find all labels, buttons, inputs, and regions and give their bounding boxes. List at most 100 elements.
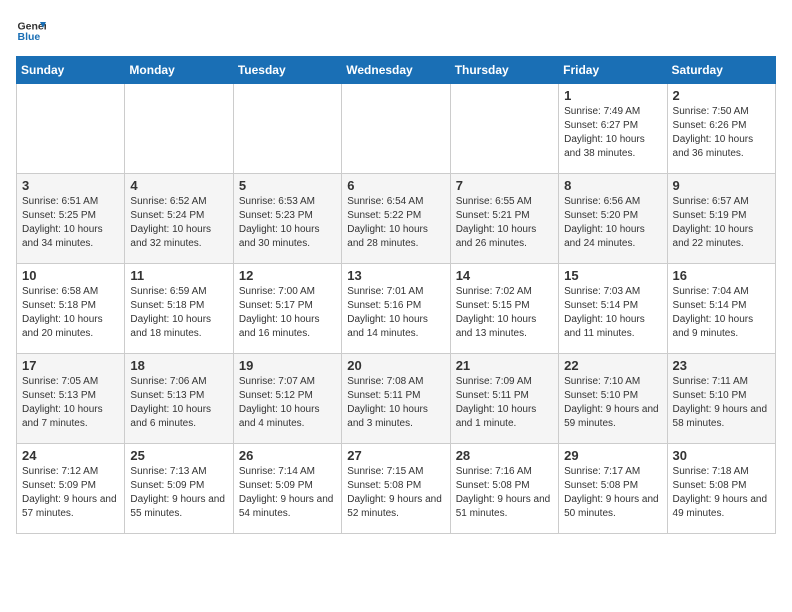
day-cell: 12 Sunrise: 7:00 AM Sunset: 5:17 PM Dayli… [233,264,341,354]
day-number: 18 [130,358,227,373]
day-number: 6 [347,178,444,193]
header-cell-wednesday: Wednesday [342,57,450,84]
day-cell: 26 Sunrise: 7:14 AM Sunset: 5:09 PM Dayli… [233,444,341,534]
day-number: 4 [130,178,227,193]
day-cell: 4 Sunrise: 6:52 AM Sunset: 5:24 PM Daylig… [125,174,233,264]
day-number: 9 [673,178,770,193]
day-cell: 20 Sunrise: 7:08 AM Sunset: 5:11 PM Dayli… [342,354,450,444]
header-cell-friday: Friday [559,57,667,84]
day-cell: 14 Sunrise: 7:02 AM Sunset: 5:15 PM Dayli… [450,264,558,354]
day-number: 25 [130,448,227,463]
calendar-body: 1 Sunrise: 7:49 AM Sunset: 6:27 PM Daylig… [17,84,776,534]
day-number: 22 [564,358,661,373]
day-info: Sunrise: 7:17 AM Sunset: 5:08 PM Dayligh… [564,465,661,521]
day-number: 26 [239,448,336,463]
day-info: Sunrise: 6:52 AM Sunset: 5:24 PM Dayligh… [130,195,227,251]
day-cell: 7 Sunrise: 6:55 AM Sunset: 5:21 PM Daylig… [450,174,558,264]
header-cell-saturday: Saturday [667,57,775,84]
day-cell: 15 Sunrise: 7:03 AM Sunset: 5:14 PM Dayli… [559,264,667,354]
day-cell [450,84,558,174]
day-number: 1 [564,88,661,103]
day-cell: 11Sunrise: 6:59 AM Sunset: 5:18 PM Dayli… [125,264,233,354]
day-info: Sunrise: 7:11 AM Sunset: 5:10 PM Dayligh… [673,375,770,431]
week-row-2: 3Sunrise: 6:51 AM Sunset: 5:25 PM Daylig… [17,174,776,264]
day-info: Sunrise: 6:53 AM Sunset: 5:23 PM Dayligh… [239,195,336,251]
day-number: 13 [347,268,444,283]
day-cell: 8Sunrise: 6:56 AM Sunset: 5:20 PM Daylig… [559,174,667,264]
week-row-3: 10Sunrise: 6:58 AM Sunset: 5:18 PM Dayli… [17,264,776,354]
logo-icon: General Blue [16,16,46,46]
day-cell [125,84,233,174]
day-info: Sunrise: 7:09 AM Sunset: 5:11 PM Dayligh… [456,375,553,431]
day-cell: 30 Sunrise: 7:18 AM Sunset: 5:08 PM Dayli… [667,444,775,534]
week-row-1: 1 Sunrise: 7:49 AM Sunset: 6:27 PM Daylig… [17,84,776,174]
calendar-header: SundayMondayTuesdayWednesdayThursdayFrid… [17,57,776,84]
day-cell: 6Sunrise: 6:54 AM Sunset: 5:22 PM Daylig… [342,174,450,264]
day-cell: 18 Sunrise: 7:06 AM Sunset: 5:13 PM Dayli… [125,354,233,444]
day-info: Sunrise: 7:16 AM Sunset: 5:08 PM Dayligh… [456,465,553,521]
day-number: 20 [347,358,444,373]
day-number: 7 [456,178,553,193]
day-info: Sunrise: 7:04 AM Sunset: 5:14 PM Dayligh… [673,285,770,341]
header: General Blue [16,16,776,46]
calendar-table: SundayMondayTuesdayWednesdayThursdayFrid… [16,56,776,534]
day-cell: 25 Sunrise: 7:13 AM Sunset: 5:09 PM Dayli… [125,444,233,534]
day-info: Sunrise: 6:51 AM Sunset: 5:25 PM Dayligh… [22,195,119,251]
day-cell: 21 Sunrise: 7:09 AM Sunset: 5:11 PM Dayli… [450,354,558,444]
header-cell-monday: Monday [125,57,233,84]
day-info: Sunrise: 6:55 AM Sunset: 5:21 PM Dayligh… [456,195,553,251]
day-info: Sunrise: 7:06 AM Sunset: 5:13 PM Dayligh… [130,375,227,431]
day-number: 23 [673,358,770,373]
day-cell: 2Sunrise: 7:50 AM Sunset: 6:26 PM Daylig… [667,84,775,174]
svg-text:Blue: Blue [18,31,41,43]
header-cell-tuesday: Tuesday [233,57,341,84]
week-row-4: 17Sunrise: 7:05 AM Sunset: 5:13 PM Dayli… [17,354,776,444]
day-cell: 19 Sunrise: 7:07 AM Sunset: 5:12 PM Dayli… [233,354,341,444]
day-info: Sunrise: 7:14 AM Sunset: 5:09 PM Dayligh… [239,465,336,521]
day-info: Sunrise: 7:15 AM Sunset: 5:08 PM Dayligh… [347,465,444,521]
day-info: Sunrise: 6:57 AM Sunset: 5:19 PM Dayligh… [673,195,770,251]
day-cell: 1 Sunrise: 7:49 AM Sunset: 6:27 PM Daylig… [559,84,667,174]
day-number: 27 [347,448,444,463]
day-info: Sunrise: 7:07 AM Sunset: 5:12 PM Dayligh… [239,375,336,431]
day-number: 5 [239,178,336,193]
day-cell: 28Sunrise: 7:16 AM Sunset: 5:08 PM Dayli… [450,444,558,534]
day-info: Sunrise: 7:08 AM Sunset: 5:11 PM Dayligh… [347,375,444,431]
day-number: 17 [22,358,119,373]
day-info: Sunrise: 7:10 AM Sunset: 5:10 PM Dayligh… [564,375,661,431]
day-info: Sunrise: 7:00 AM Sunset: 5:17 PM Dayligh… [239,285,336,341]
week-row-5: 24Sunrise: 7:12 AM Sunset: 5:09 PM Dayli… [17,444,776,534]
day-cell: 17Sunrise: 7:05 AM Sunset: 5:13 PM Dayli… [17,354,125,444]
day-cell [17,84,125,174]
day-number: 30 [673,448,770,463]
day-info: Sunrise: 7:13 AM Sunset: 5:09 PM Dayligh… [130,465,227,521]
day-cell: 22 Sunrise: 7:10 AM Sunset: 5:10 PM Dayli… [559,354,667,444]
day-info: Sunrise: 7:02 AM Sunset: 5:15 PM Dayligh… [456,285,553,341]
day-cell [342,84,450,174]
day-cell: 3Sunrise: 6:51 AM Sunset: 5:25 PM Daylig… [17,174,125,264]
day-number: 12 [239,268,336,283]
header-cell-thursday: Thursday [450,57,558,84]
day-cell: 29 Sunrise: 7:17 AM Sunset: 5:08 PM Dayli… [559,444,667,534]
day-number: 21 [456,358,553,373]
day-cell: 23 Sunrise: 7:11 AM Sunset: 5:10 PM Dayli… [667,354,775,444]
logo: General Blue [16,16,46,46]
day-info: Sunrise: 6:59 AM Sunset: 5:18 PM Dayligh… [130,285,227,341]
day-number: 10 [22,268,119,283]
day-info: Sunrise: 7:12 AM Sunset: 5:09 PM Dayligh… [22,465,119,521]
header-cell-sunday: Sunday [17,57,125,84]
day-cell: 5 Sunrise: 6:53 AM Sunset: 5:23 PM Daylig… [233,174,341,264]
day-number: 29 [564,448,661,463]
day-cell: 27 Sunrise: 7:15 AM Sunset: 5:08 PM Dayli… [342,444,450,534]
day-number: 15 [564,268,661,283]
day-number: 19 [239,358,336,373]
day-cell: 24Sunrise: 7:12 AM Sunset: 5:09 PM Dayli… [17,444,125,534]
day-cell: 10Sunrise: 6:58 AM Sunset: 5:18 PM Dayli… [17,264,125,354]
day-info: Sunrise: 6:56 AM Sunset: 5:20 PM Dayligh… [564,195,661,251]
day-info: Sunrise: 7:49 AM Sunset: 6:27 PM Dayligh… [564,105,661,161]
day-number: 2 [673,88,770,103]
day-info: Sunrise: 7:18 AM Sunset: 5:08 PM Dayligh… [673,465,770,521]
day-info: Sunrise: 7:03 AM Sunset: 5:14 PM Dayligh… [564,285,661,341]
day-number: 14 [456,268,553,283]
day-info: Sunrise: 7:01 AM Sunset: 5:16 PM Dayligh… [347,285,444,341]
